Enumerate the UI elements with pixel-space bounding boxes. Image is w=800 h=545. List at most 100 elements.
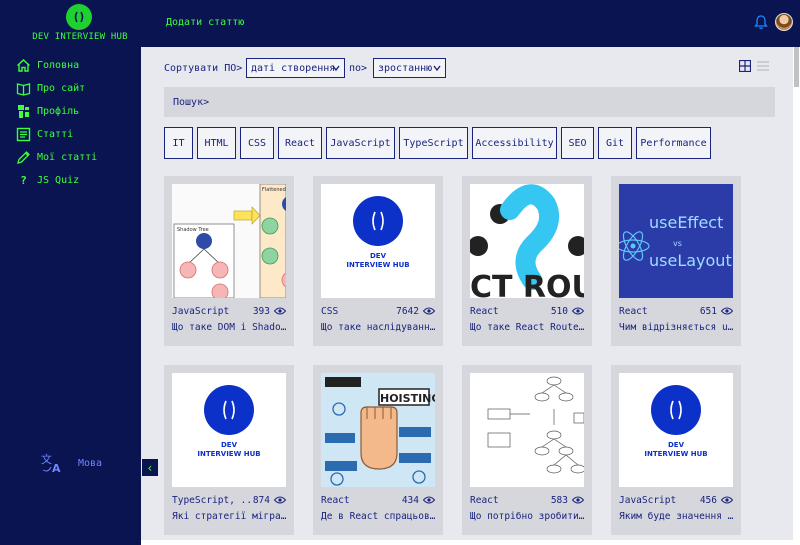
article-category: React [321, 494, 350, 506]
views-count: 874 [252, 494, 270, 506]
sidebar-item-label: Мої статті [37, 151, 98, 163]
chevron-down-icon [433, 65, 441, 72]
tag-react[interactable]: React [278, 127, 322, 159]
logo-line-2: INTERVIEW HUB [346, 261, 410, 269]
thumb-line-2: vs [673, 239, 682, 248]
article-card[interactable]: HOISTING React 434 Де в React спрацьовує… [313, 365, 443, 535]
search-input[interactable]: Пошук> [164, 87, 775, 117]
sidebar-item-label: JS Quiz [37, 174, 80, 186]
grid-view-icon[interactable] [739, 60, 751, 72]
person-icon [16, 104, 31, 119]
eye-icon [572, 496, 584, 504]
sidebar-item-profile[interactable]: Профіль [16, 102, 79, 120]
article-card[interactable]: DEV INTERVIEW HUB JavaScript 456 Яким бу… [611, 365, 741, 535]
tag-javascript[interactable]: JavaScript [326, 127, 395, 159]
thumb-text: CT ROU [470, 270, 584, 298]
sidebar-item-my-articles[interactable]: Мої статті [16, 148, 97, 166]
views-count: 583 [550, 494, 568, 506]
list-view-icon[interactable] [757, 61, 769, 71]
article-views: 510 [551, 306, 584, 317]
views-count: 456 [699, 494, 717, 506]
article-category: JavaScript [172, 305, 230, 317]
article-title: Чим відрізняється useEffect від useLayou… [619, 322, 737, 333]
views-count: 434 [401, 494, 419, 506]
add-article-link[interactable]: Додати статтю [166, 17, 244, 28]
avatar[interactable] [775, 13, 793, 31]
article-card[interactable]: useEffect vs useLayout React 651 Чим від… [611, 176, 741, 346]
views-count: 393 [252, 305, 270, 317]
logo-icon [204, 385, 254, 435]
article-card[interactable]: CT ROU React 510 Що таке React Router? [462, 176, 592, 346]
sort-order-select[interactable]: зростанню [373, 58, 446, 78]
article-meta: React 434 [321, 494, 435, 506]
dev-hub-logo-image: DEV INTERVIEW HUB [619, 373, 733, 487]
tag-html[interactable]: HTML [197, 127, 236, 159]
article-meta: JavaScript 456 [619, 494, 733, 506]
article-views: 651 [700, 306, 733, 317]
sort-label: Сортувати ПО> [164, 63, 243, 74]
scrollbar[interactable] [793, 47, 800, 545]
translate-icon: 文 A [41, 452, 61, 474]
article-title: Де в React спрацьовує hoisting? [321, 511, 439, 522]
article-title: Які стратегії міграції на TypeScript? [172, 511, 290, 522]
logo-line-1: DEV [220, 441, 237, 449]
article-views: 456 [700, 495, 733, 506]
article-category: TypeScript, ... [172, 494, 250, 506]
article-card[interactable]: React 583 Що потрібно зробити, щоб онови… [462, 365, 592, 535]
bell-icon[interactable] [754, 15, 768, 30]
article-thumbnail: DEV INTERVIEW HUB [619, 373, 733, 487]
logo-line-2: INTERVIEW HUB [197, 450, 261, 458]
sort-field-value: даті створення [251, 62, 336, 74]
logo-line-1: DEV [369, 252, 386, 260]
sort-order-value: зростанню [378, 62, 433, 74]
page-bottom-edge [141, 540, 793, 545]
article-card[interactable]: Shadow Tree Flattened Tree JavaScript 39… [164, 176, 294, 346]
views-count: 510 [550, 305, 568, 317]
article-category: React [470, 494, 499, 506]
sidebar-item-articles[interactable]: Статті [16, 125, 73, 143]
sort-field-select[interactable]: даті створення [246, 58, 345, 78]
article-thumbnail: Shadow Tree Flattened Tree [172, 184, 286, 298]
collapse-sidebar-button[interactable]: ‹ [142, 459, 158, 476]
logo-line-2: INTERVIEW HUB [644, 450, 708, 458]
book-icon [16, 81, 31, 96]
sidebar-item-about[interactable]: Про сайт [16, 79, 85, 97]
article-category: React [470, 305, 499, 317]
tag-seo[interactable]: SEO [561, 127, 594, 159]
article-views: 434 [402, 495, 435, 506]
logo-icon [66, 4, 92, 30]
article-thumbnail: CT ROU [470, 184, 584, 298]
article-title: Що потрібно зробити, щоб оновити Virtual… [470, 511, 588, 522]
sidebar-item-home[interactable]: Головна [16, 56, 79, 74]
article-meta: React 583 [470, 494, 584, 506]
tag-accessibility[interactable]: Accessibility [472, 127, 557, 159]
article-meta: React 510 [470, 305, 584, 317]
article-card[interactable]: DEV INTERVIEW HUB TypeScript, ... 874 Як… [164, 365, 294, 535]
article-category: CSS [321, 305, 339, 317]
svg-text:Flattened Tree: Flattened Tree [262, 187, 286, 193]
tag-typescript[interactable]: TypeScript [399, 127, 468, 159]
tag-it[interactable]: IT [164, 127, 193, 159]
article-views: 874 [253, 495, 286, 506]
article-thumbnail: HOISTING [321, 373, 435, 487]
tag-performance[interactable]: Performance [636, 127, 711, 159]
views-count: 651 [699, 305, 717, 317]
article-meta: TypeScript, ... 874 [172, 494, 286, 506]
tag-git[interactable]: Git [598, 127, 632, 159]
article-title: Що таке React Router? [470, 322, 588, 333]
scrollbar-thumb[interactable] [794, 47, 799, 87]
tag-css[interactable]: CSS [240, 127, 274, 159]
article-thumbnail: DEV INTERVIEW HUB [321, 184, 435, 298]
article-thumbnail [470, 373, 584, 487]
thumb-text: HOISTING [380, 392, 435, 405]
logo[interactable]: DEV INTERVIEW HUB [0, 0, 140, 47]
sidebar-item-js-quiz[interactable]: ? JS Quiz [16, 171, 79, 189]
dev-hub-logo-image: DEV INTERVIEW HUB [172, 373, 286, 487]
article-card[interactable]: DEV INTERVIEW HUB CSS 7642 Що таке наслі… [313, 176, 443, 346]
article-views: 583 [551, 495, 584, 506]
sidebar-item-label: Головна [37, 59, 80, 71]
sort-by-label: по> [349, 63, 368, 74]
sidebar-item-label: Статті [37, 128, 74, 140]
eye-icon [572, 307, 584, 315]
language-switcher[interactable]: 文 A Мова [40, 452, 102, 474]
